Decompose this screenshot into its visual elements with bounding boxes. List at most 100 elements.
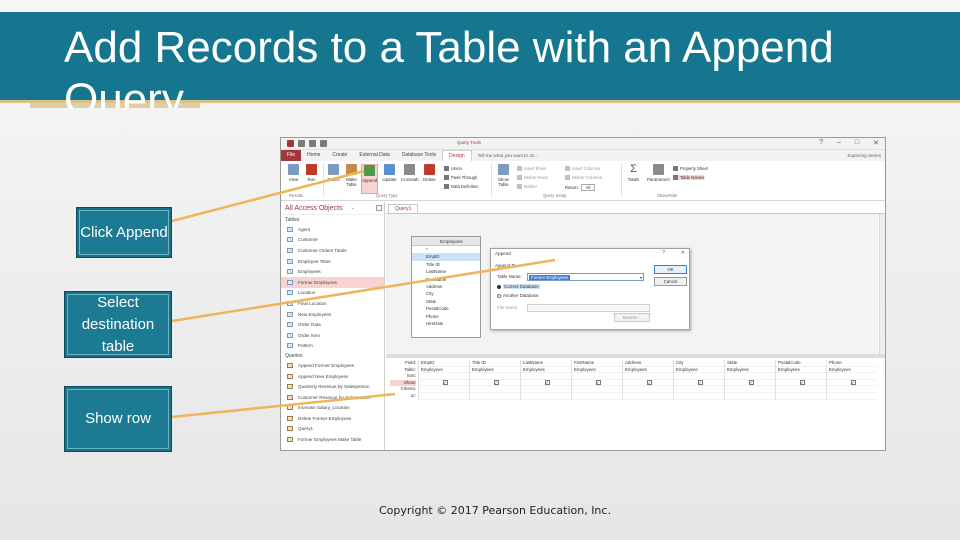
grid-field-cell[interactable]: EmpID <box>419 360 469 367</box>
table-field[interactable]: FirstName <box>412 276 480 283</box>
grid-sort-cell[interactable] <box>521 373 571 380</box>
grid-field-cell[interactable]: City <box>674 360 724 367</box>
grid-field-cell[interactable]: Title ID <box>470 360 520 367</box>
grid-sort-cell[interactable] <box>572 373 622 380</box>
nav-query-item[interactable]: Append Former Employees <box>281 360 384 371</box>
grid-sort-cell[interactable] <box>470 373 520 380</box>
help-icon[interactable]: ? <box>819 139 823 147</box>
file-name-input[interactable] <box>527 304 650 312</box>
another-database-radio[interactable]: Another Database: <box>497 293 540 298</box>
grid-table-cell[interactable]: Employees <box>674 367 724 374</box>
append-query-button[interactable]: Append <box>361 164 378 194</box>
make-table-button[interactable]: Make Table <box>343 164 360 187</box>
nav-section-tables[interactable]: Tables <box>281 215 384 224</box>
nav-query-item[interactable]: Query1 <box>281 424 384 435</box>
grid-table-cell[interactable]: Employees <box>776 367 826 374</box>
nav-table-item[interactable]: Location <box>281 288 384 299</box>
grid-or-cell[interactable] <box>572 393 622 400</box>
grid-show-cell[interactable]: ✓ <box>827 380 877 387</box>
grid-field-cell[interactable]: Address <box>623 360 673 367</box>
undo-icon[interactable] <box>309 140 316 147</box>
chevron-down-icon[interactable]: ▾ <box>640 274 642 281</box>
table-field[interactable]: * <box>412 246 480 253</box>
table-field[interactable]: Address <box>412 283 480 290</box>
grid-table-cell[interactable]: Employees <box>419 367 469 374</box>
close-icon[interactable]: ✕ <box>681 250 685 256</box>
grid-table-cell[interactable]: Employees <box>521 367 571 374</box>
grid-criteria-cell[interactable] <box>419 386 469 393</box>
table-field[interactable]: PostalCode <box>412 305 480 312</box>
grid-or-cell[interactable] <box>827 393 877 400</box>
show-checkbox[interactable]: ✓ <box>442 380 448 386</box>
grid-show-cell[interactable]: ✓ <box>674 380 724 387</box>
grid-field-cell[interactable]: Phone <box>827 360 877 367</box>
table-field[interactable]: EmpID <box>412 253 480 261</box>
current-database-radio[interactable]: Current Database <box>497 284 540 289</box>
grid-field-cell[interactable]: FirstName <box>572 360 622 367</box>
run-button[interactable]: Run <box>303 164 320 182</box>
help-icon[interactable]: ? <box>662 250 665 256</box>
browse-button[interactable]: Browse... <box>614 313 650 322</box>
redo-icon[interactable] <box>320 140 327 147</box>
show-checkbox[interactable]: ✓ <box>493 380 499 386</box>
grid-or-cell[interactable] <box>419 393 469 400</box>
vertical-scrollbar[interactable] <box>879 214 885 354</box>
signin-label[interactable]: Exploring Series <box>848 150 881 161</box>
table-field[interactable]: City <box>412 290 480 297</box>
union-button[interactable]: Union <box>444 166 462 171</box>
grid-or-cell[interactable] <box>470 393 520 400</box>
nav-table-item[interactable]: Order Data <box>281 319 384 330</box>
grid-field-cell[interactable]: PostalCode <box>776 360 826 367</box>
table-name-combo[interactable]: Former Employees ▾ <box>527 273 644 281</box>
grid-table-cell[interactable]: Employees <box>623 367 673 374</box>
grid-criteria-cell[interactable] <box>776 386 826 393</box>
grid-or-cell[interactable] <box>725 393 775 400</box>
crosstab-button[interactable]: Crosstab <box>401 164 419 182</box>
nav-query-item[interactable]: Customer Revenue by Salesperson <box>281 392 384 403</box>
nav-query-item[interactable]: Former Employees Make Table <box>281 434 384 445</box>
grid-sort-cell[interactable] <box>623 373 673 380</box>
grid-criteria-cell[interactable] <box>521 386 571 393</box>
nav-table-item[interactable]: Pattern <box>281 341 384 352</box>
grid-table-cell[interactable]: Employees <box>827 367 877 374</box>
nav-table-item[interactable]: New Employees <box>281 309 384 320</box>
grid-criteria-cell[interactable] <box>725 386 775 393</box>
show-checkbox[interactable]: ✓ <box>748 380 754 386</box>
show-checkbox[interactable]: ✓ <box>850 380 856 386</box>
insert-columns-button[interactable]: Insert Columns <box>565 166 600 171</box>
search-icon[interactable] <box>376 205 382 211</box>
grid-or-cell[interactable] <box>776 393 826 400</box>
grid-table-cell[interactable]: Employees <box>725 367 775 374</box>
delete-query-button[interactable]: Delete <box>421 164 438 182</box>
return-control[interactable]: Return: All <box>565 184 596 191</box>
nav-table-item[interactable]: Employee Titles <box>281 256 384 267</box>
delete-columns-button[interactable]: Delete Columns <box>565 175 602 180</box>
insert-rows-button[interactable]: Insert Rows <box>517 166 546 171</box>
table-field[interactable]: HireDate <box>412 320 480 327</box>
grid-or-cell[interactable] <box>674 393 724 400</box>
grid-table-cell[interactable]: Employees <box>470 367 520 374</box>
nav-table-item[interactable]: Agent <box>281 224 384 235</box>
save-icon[interactable] <box>298 140 305 147</box>
update-query-button[interactable]: Update <box>381 164 398 182</box>
grid-field-cell[interactable]: LastName <box>521 360 571 367</box>
nav-header[interactable]: All Access Objects ⌄ <box>281 202 384 215</box>
property-sheet-button[interactable]: Property Sheet <box>673 166 708 171</box>
nav-table-item[interactable]: Customer <box>281 235 384 246</box>
grid-or-cell[interactable] <box>623 393 673 400</box>
nav-query-item[interactable]: Delete Former Employees <box>281 413 384 424</box>
nav-query-item[interactable]: Increase Salary_Location <box>281 403 384 414</box>
grid-criteria-cell[interactable] <box>827 386 877 393</box>
table-names-button[interactable]: Table Names <box>673 175 705 180</box>
show-table-button[interactable]: Show Table <box>495 164 512 187</box>
grid-show-cell[interactable]: ✓ <box>419 380 469 387</box>
view-button[interactable]: View <box>285 164 302 182</box>
grid-show-cell[interactable]: ✓ <box>521 380 571 387</box>
tab-create[interactable]: Create <box>326 150 353 161</box>
nav-table-item[interactable]: Former Employees <box>281 276 384 288</box>
show-checkbox[interactable]: ✓ <box>646 380 652 386</box>
grid-show-cell[interactable]: ✓ <box>776 380 826 387</box>
tab-query1[interactable]: Query1 <box>388 204 419 213</box>
employees-table-box[interactable]: Employees * EmpID Title ID LastName FirstNam… <box>411 236 481 338</box>
nav-table-item[interactable]: Customer Orders Totals <box>281 245 384 256</box>
